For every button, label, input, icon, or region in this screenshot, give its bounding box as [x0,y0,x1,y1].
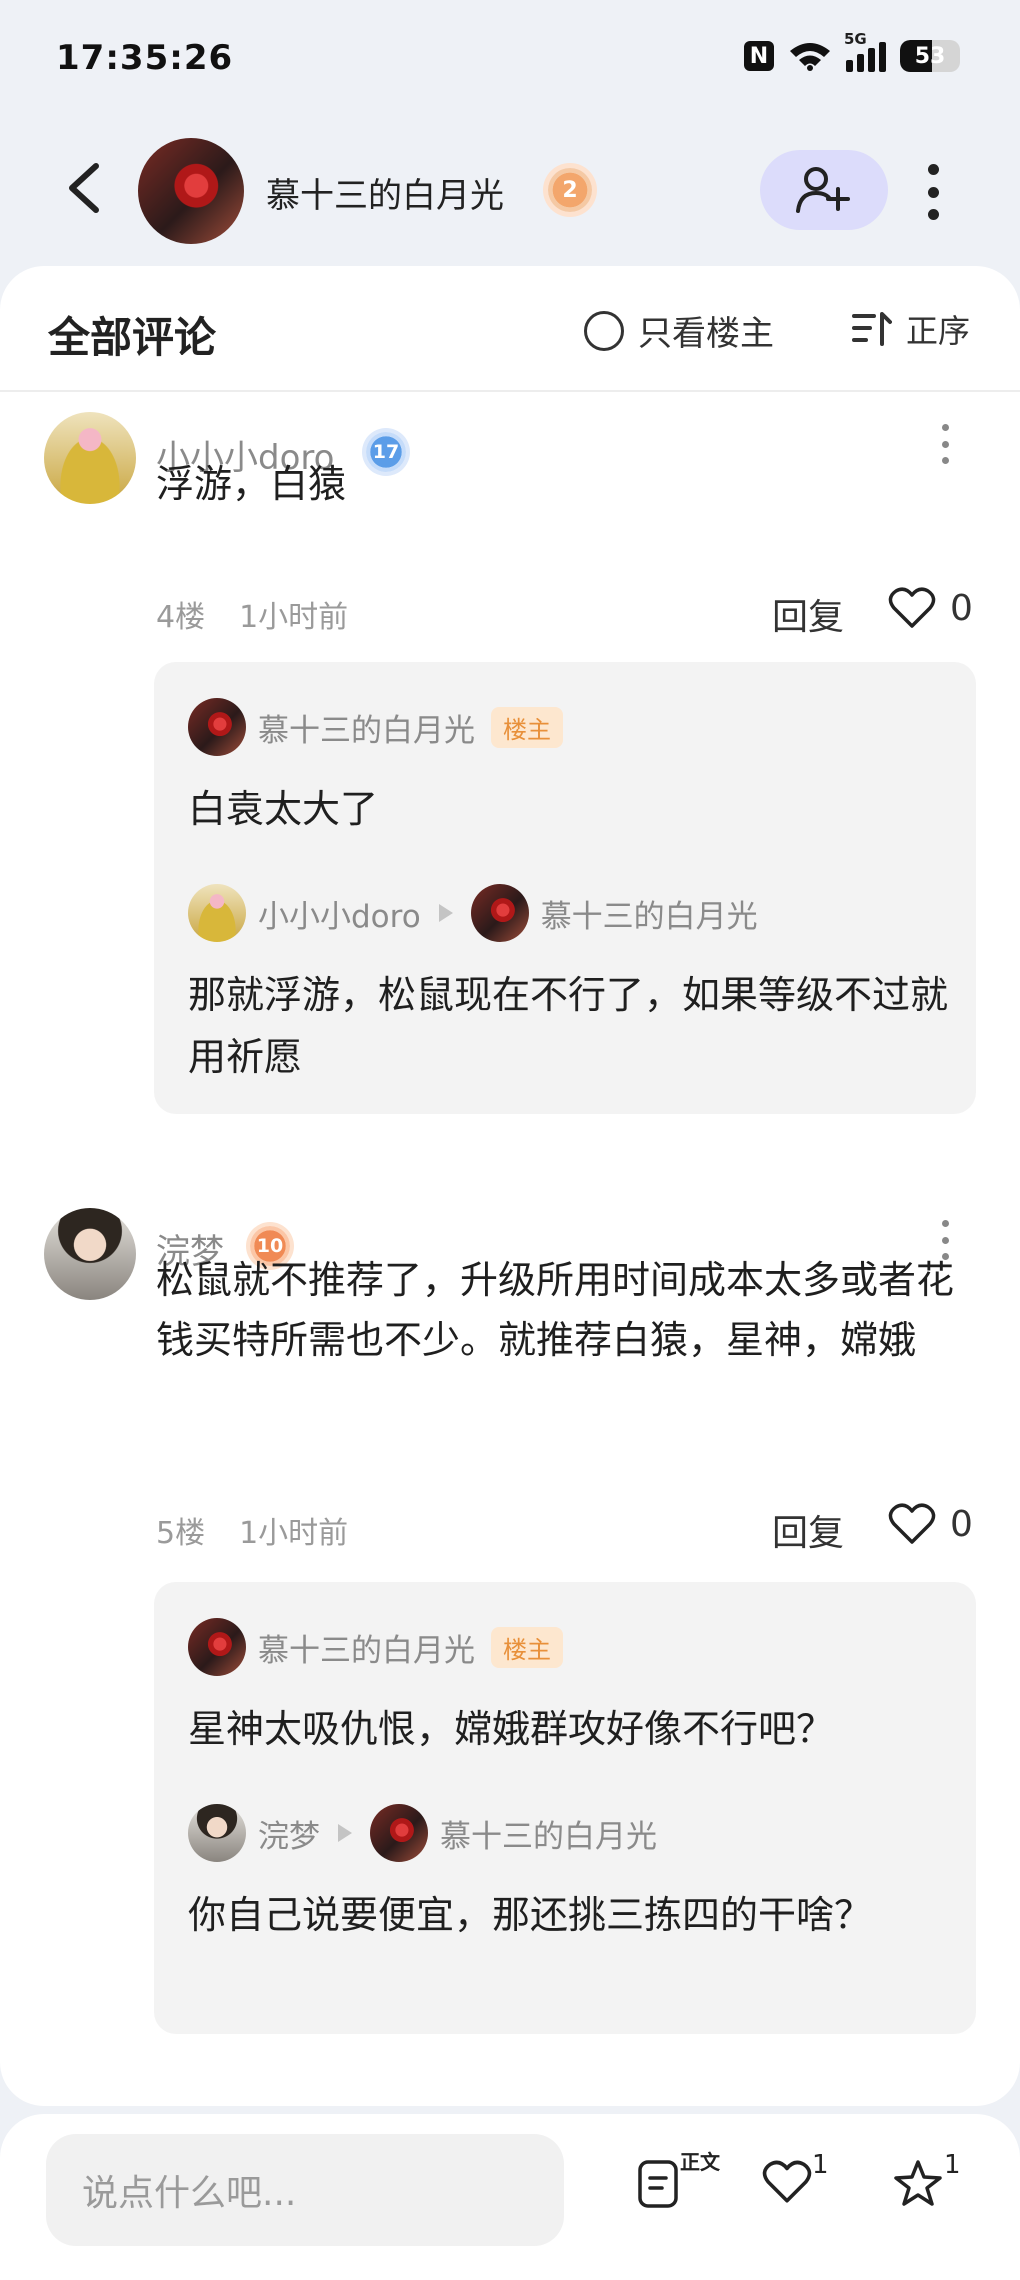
follow-button[interactable] [760,150,888,230]
reply-text: 你自己说要便宜，那还挑三拣四的干啥？ [188,1893,873,1937]
post-body-badge: 正文 [680,2150,720,2174]
heart-icon [888,587,936,628]
author-level-badge: 2 [548,168,592,212]
network-type: 5G [844,30,867,48]
reply-target[interactable]: 慕十三的白月光 [440,1811,657,1856]
reply-author[interactable]: 小小小doro [258,891,421,936]
reply-header: 浣梦 慕十三的白月光 [188,1804,657,1862]
status-icons: N 5G 53 [744,30,960,72]
post-comments-screen: 17:35:26 N 5G 53 慕十三的白月光 2 全部评论 只看楼主 正序 … [0,0,1020,2280]
like-button[interactable]: 0 [888,1502,973,1546]
commenter-avatar[interactable] [44,412,136,504]
floor-number: 5楼 [156,1516,206,1551]
comment-time: 1小时前 [239,600,349,635]
reply-avatar[interactable] [188,698,246,756]
comment-meta: 4楼 1小时前 [156,592,348,636]
reply-header: 慕十三的白月光 楼主 [188,1618,563,1676]
reply-thread[interactable]: 慕十三的白月光 楼主 白袁太大了 小小小doro 慕十三的白月光 那就浮游，松鼠… [154,662,976,1114]
comments-panel: 全部评论 只看楼主 正序 小小小doro 17 浮游，白猿 4楼1小时前 回复 [0,266,1020,2106]
sort-label: 正序 [906,312,971,350]
op-badge: 楼主 [491,1626,563,1668]
comments-title: 全部评论 [48,313,217,362]
wifi-icon [790,43,830,71]
radio-circle-icon [584,310,624,351]
only-op-label: 只看楼主 [638,314,774,354]
only-op-toggle[interactable]: 只看楼主 [584,306,774,355]
sort-toggle[interactable]: 正序 [852,306,970,352]
status-bar: 17:35:26 N 5G 53 [0,0,1020,120]
star-icon [894,2160,942,2206]
reply-avatar[interactable] [188,1618,246,1676]
author-avatar[interactable] [138,138,244,244]
reply-author[interactable]: 浣梦 [258,1811,320,1856]
like-total: 1 [812,2150,829,2180]
reply-author[interactable]: 慕十三的白月光 [258,705,475,750]
battery-icon: 53 [900,40,960,72]
cellular-signal-icon: 5G [844,30,886,72]
heart-icon [888,1503,936,1544]
reply-avatar[interactable] [188,1804,246,1862]
author-name[interactable]: 慕十三的白月光 [266,168,504,217]
bottom-action-bar: 说点什么吧... 正文 1 1 [0,2114,1020,2280]
reply-author[interactable]: 慕十三的白月光 [258,1625,475,1670]
status-time: 17:35:26 [56,38,234,78]
back-arrow-icon[interactable] [60,158,110,218]
reply-avatar[interactable] [188,884,246,942]
reply-button[interactable]: 回复 [772,588,844,640]
reply-text: 那就浮游，松鼠现在不行了，如果等级不过就用祈愿 [188,973,949,1079]
reply-to-arrow-icon [338,1824,352,1842]
comment-text: 松鼠就不推荐了，升级所用时间成本太多或者花钱买特所需也不少。就推荐白猿，星神，嫦… [156,1258,955,1362]
comment-text: 浮游，白猿 [156,462,347,506]
like-button[interactable]: 0 [888,586,973,630]
op-badge: 楼主 [491,706,563,748]
floor-number: 4楼 [156,600,206,635]
reply-target-avatar[interactable] [470,884,529,942]
more-options-icon[interactable] [918,164,948,220]
comment-item: 浣梦 10 松鼠就不推荐了，升级所用时间成本太多或者花钱买特所需也不少。就推荐白… [0,1208,1020,2108]
reply-target-avatar[interactable] [370,1804,428,1862]
header-divider [0,390,1020,392]
heart-icon [762,2160,812,2203]
post-header: 慕十三的白月光 2 [0,130,1020,250]
comment-time: 1小时前 [239,1516,349,1551]
nfc-icon: N [744,41,774,71]
comment-input-placeholder: 说点什么吧... [82,2173,297,2214]
commenter-avatar[interactable] [44,1208,136,1300]
reply-header: 慕十三的白月光 楼主 [188,698,563,756]
favorite-total: 1 [944,2150,961,2180]
comment-meta: 5楼 1小时前 [156,1508,348,1552]
reply-text: 白袁太大了 [188,787,379,831]
reply-thread[interactable]: 慕十三的白月光 楼主 星神太吸仇恨，嫦娥群攻好像不行吧？ 浣梦 慕十三的白月光 … [154,1582,976,2034]
like-count: 0 [950,1503,973,1545]
document-icon [638,2160,678,2208]
sort-icon [852,312,892,346]
battery-level: 53 [914,43,946,69]
reply-text: 星神太吸仇恨，嫦娥群攻好像不行吧？ [188,1707,835,1751]
comment-input[interactable]: 说点什么吧... [46,2134,564,2246]
like-count: 0 [950,587,973,629]
reply-button[interactable]: 回复 [772,1504,844,1556]
add-user-icon [796,167,850,213]
reply-to-arrow-icon [438,904,453,922]
reply-target[interactable]: 慕十三的白月光 [541,891,758,936]
reply-header: 小小小doro 慕十三的白月光 [188,884,758,942]
